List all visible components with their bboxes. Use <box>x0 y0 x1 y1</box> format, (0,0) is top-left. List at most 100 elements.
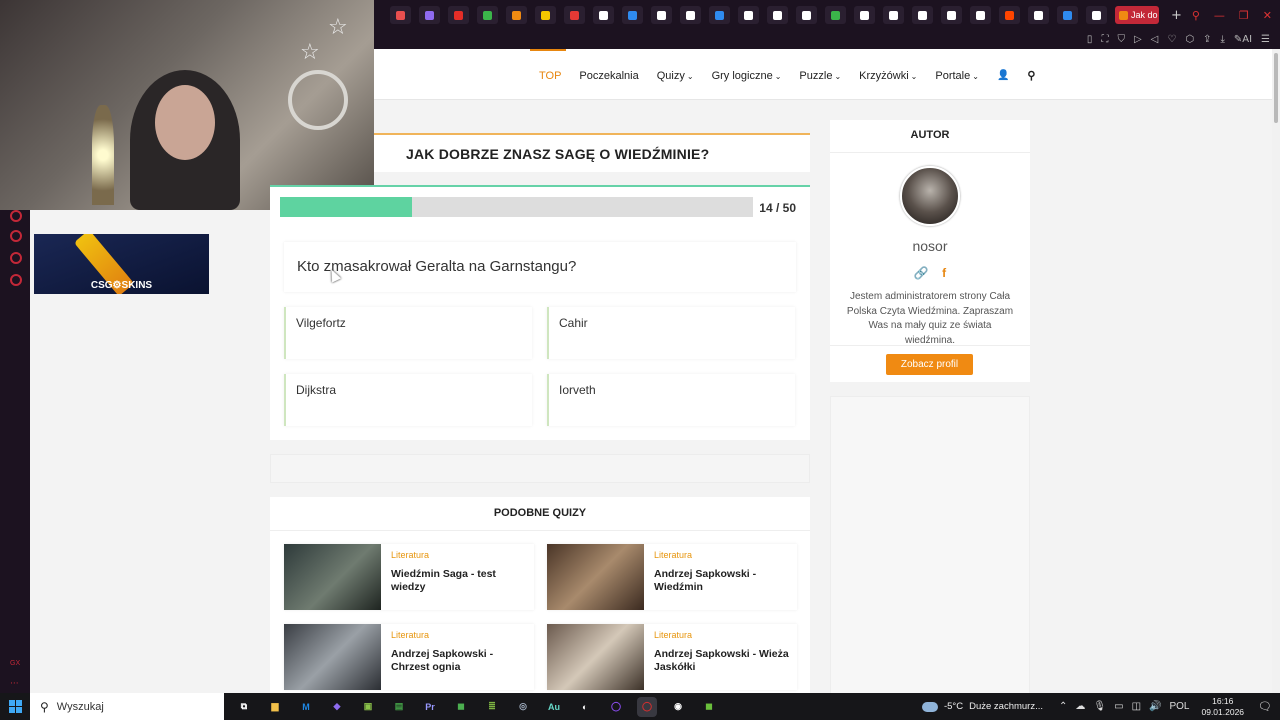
browser-tab[interactable] <box>651 6 672 24</box>
browser-tab[interactable] <box>506 6 527 24</box>
browser-tab[interactable] <box>390 6 411 24</box>
csgo-skins-ad[interactable]: CSG⚙SKINS <box>34 234 209 294</box>
browser-tab[interactable] <box>883 6 904 24</box>
settings-icon[interactable] <box>10 274 22 286</box>
page-scrollbar[interactable] <box>1272 49 1280 693</box>
cube-app-icon[interactable]: ◼ <box>451 697 471 717</box>
extensions-icon[interactable]: ⬡ <box>1185 34 1194 45</box>
explorer-icon[interactable]: ▆ <box>265 697 285 717</box>
opera-gx-icon[interactable]: ◯ <box>637 696 657 717</box>
start-button[interactable] <box>0 693 30 720</box>
taskbar-search[interactable]: ⚲ Wyszukaj <box>30 693 224 720</box>
share-icon[interactable]: ⇪ <box>1203 34 1211 45</box>
task-view-icon[interactable]: ⧉ <box>234 697 254 717</box>
minimize-icon[interactable]: — <box>1214 9 1225 22</box>
download-icon[interactable]: ⤓ <box>1220 34 1224 45</box>
shield-icon[interactable]: ⛉ <box>1117 34 1125 45</box>
browser-tab[interactable] <box>709 6 730 24</box>
browser-tab[interactable] <box>680 6 701 24</box>
browser-tab[interactable] <box>970 6 991 24</box>
chevron-up-icon[interactable]: ⌃ <box>1059 701 1067 712</box>
nav-item[interactable]: Puzzle ⌄ <box>799 70 841 82</box>
menu-icon[interactable]: ☰ <box>1261 34 1270 45</box>
premiere-icon[interactable]: Pr <box>420 697 440 717</box>
heart-icon[interactable]: ♡ <box>1167 34 1176 45</box>
user-icon[interactable]: 👤 <box>997 70 1009 81</box>
spreadsheet-icon[interactable]: ▤ <box>389 697 409 717</box>
bookmark-icon[interactable]: ▯ <box>1087 34 1093 45</box>
nav-item[interactable]: Portale ⌄ <box>935 70 979 82</box>
browser-tab[interactable] <box>999 6 1020 24</box>
volume-icon[interactable]: 🔊 <box>1149 701 1161 712</box>
quiz-title-link[interactable]: Andrzej Sapkowski - Wiedźmin <box>654 568 794 594</box>
facebook-icon[interactable]: f <box>942 266 946 280</box>
nav-item[interactable]: TOP <box>529 48 567 82</box>
monitor-icon[interactable]: ▭ <box>1114 701 1123 712</box>
browser-tab[interactable] <box>767 6 788 24</box>
quiz-title-link[interactable]: Wiedźmin Saga - test wiedzy <box>391 568 531 594</box>
crystal-icon[interactable]: ◆ <box>327 697 347 717</box>
browser-tab[interactable] <box>622 6 643 24</box>
m-app-icon[interactable]: M <box>296 697 316 717</box>
search-icon[interactable]: ⚲ <box>1027 69 1035 82</box>
language-indicator[interactable]: POL <box>1169 701 1189 712</box>
browser-tab[interactable] <box>738 6 759 24</box>
cloud-tray-icon[interactable]: ☁ <box>1075 701 1085 712</box>
quiz-title-link[interactable]: Andrzej Sapkowski - Chrzest ognia <box>391 648 531 674</box>
search-tabs-icon[interactable]: ⚲ <box>1192 9 1200 22</box>
pin-icon[interactable]: ◁ <box>1151 34 1159 45</box>
answer-option[interactable]: Cahir <box>547 307 795 359</box>
link-icon[interactable]: 🔗 <box>914 266 929 280</box>
browser-tab[interactable] <box>593 6 614 24</box>
nav-item[interactable]: Gry logiczne ⌄ <box>712 70 782 82</box>
history-icon[interactable] <box>10 230 22 242</box>
nav-item[interactable]: Quizy ⌄ <box>657 70 694 82</box>
browser-tab[interactable] <box>477 6 498 24</box>
books-icon[interactable]: ≣ <box>482 697 502 717</box>
network-icon[interactable]: ◫ <box>1132 701 1141 712</box>
answer-option[interactable]: Iorveth <box>547 374 795 426</box>
screenshot-icon[interactable]: ⛶ <box>1101 34 1108 45</box>
answer-option[interactable]: Vilgefortz <box>284 307 532 359</box>
quiz-title-link[interactable]: Andrzej Sapkowski - Wieża Jaskółki <box>654 648 794 674</box>
browser-tab[interactable] <box>535 6 556 24</box>
browser-tab[interactable] <box>941 6 962 24</box>
close-icon[interactable]: ✕ <box>1263 9 1272 22</box>
play-icon[interactable]: ▷ <box>1134 34 1142 45</box>
obs-icon[interactable]: ◉ <box>668 697 688 717</box>
weather-widget[interactable]: -5°C Duże zachmurz... <box>921 701 1043 712</box>
new-tab-button[interactable]: + <box>1171 8 1182 23</box>
notifications-icon[interactable]: 🗨 <box>1258 700 1272 713</box>
mic-icon[interactable]: 🎙 <box>1093 701 1106 712</box>
browser-tab[interactable] <box>1057 6 1078 24</box>
maximize-icon[interactable]: ❐ <box>1239 9 1249 22</box>
browser-tab[interactable] <box>564 6 585 24</box>
browser-tab[interactable] <box>796 6 817 24</box>
steam-icon[interactable]: ◐ <box>575 697 595 717</box>
browser-tab[interactable] <box>448 6 469 24</box>
nav-item[interactable]: Krzyżówki ⌄ <box>859 70 917 82</box>
active-browser-tab[interactable]: Jak do <box>1115 6 1159 24</box>
similar-quiz-item[interactable]: Literatura Andrzej Sapkowski - Wiedźmin <box>547 544 797 610</box>
browser-tab[interactable] <box>825 6 846 24</box>
browser-tab[interactable] <box>419 6 440 24</box>
ai-icon[interactable]: ✎AI <box>1234 34 1252 45</box>
clock[interactable]: 16:16 09.01.2026 <box>1201 696 1244 718</box>
browser-tab[interactable] <box>854 6 875 24</box>
extensions-sidebar-icon[interactable] <box>10 252 22 264</box>
minecraft-icon[interactable]: ◼ <box>699 697 719 717</box>
player-icon[interactable] <box>10 210 22 222</box>
similar-quiz-item[interactable]: Literatura Andrzej Sapkowski - Wieża Jas… <box>547 624 797 690</box>
controller-icon[interactable]: ▣ <box>358 697 378 717</box>
nav-item[interactable]: Poczekalnia <box>579 70 638 82</box>
more-icon[interactable]: ··· <box>10 679 19 689</box>
browser-tab[interactable] <box>1086 6 1107 24</box>
similar-quiz-item[interactable]: Literatura Andrzej Sapkowski - Chrzest o… <box>284 624 534 690</box>
ring-app-icon[interactable]: ◯ <box>606 697 626 717</box>
chrome-like-icon[interactable]: ◎ <box>513 697 533 717</box>
answer-option[interactable]: Dijkstra <box>284 374 532 426</box>
view-profile-button[interactable]: Zobacz profil <box>886 354 973 375</box>
scrollbar-thumb[interactable] <box>1274 53 1278 123</box>
browser-tab[interactable] <box>912 6 933 24</box>
browser-tab[interactable] <box>1028 6 1049 24</box>
